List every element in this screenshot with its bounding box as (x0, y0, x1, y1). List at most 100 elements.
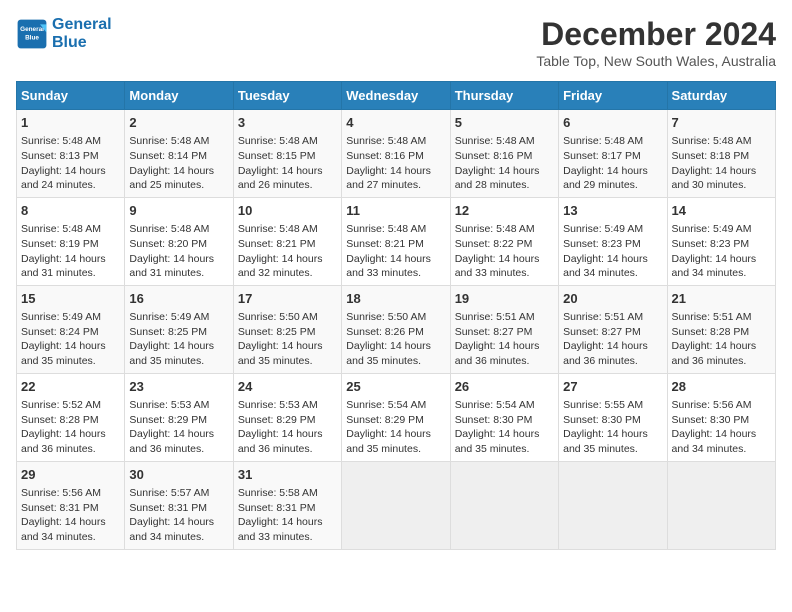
day-info: Sunrise: 5:56 AMSunset: 8:30 PMDaylight:… (672, 398, 771, 457)
day-number: 15 (21, 290, 120, 308)
day-cell: 30 Sunrise: 5:57 AMSunset: 8:31 PMDayligh… (125, 461, 233, 549)
day-info: Sunrise: 5:48 AMSunset: 8:16 PMDaylight:… (346, 134, 445, 193)
day-cell: 31Sunrise: 5:58 AMSunset: 8:31 PMDayligh… (233, 461, 341, 549)
day-number: 25 (346, 378, 445, 396)
day-cell: 4Sunrise: 5:48 AMSunset: 8:16 PMDaylight… (342, 110, 450, 198)
day-info: Sunrise: 5:58 AMSunset: 8:31 PMDaylight:… (238, 486, 337, 545)
day-info: Sunrise: 5:48 AMSunset: 8:17 PMDaylight:… (563, 134, 662, 193)
day-number: 12 (455, 202, 554, 220)
calendar-header-row: SundayMondayTuesdayWednesdayThursdayFrid… (17, 82, 776, 110)
day-cell (450, 461, 558, 549)
day-info: Sunrise: 5:57 AMSunset: 8:31 PMDaylight:… (129, 486, 228, 545)
day-cell: 14 Sunrise: 5:49 AMSunset: 8:23 PMDayligh… (667, 197, 775, 285)
day-cell: 17 Sunrise: 5:50 AMSunset: 8:25 PMDayligh… (233, 285, 341, 373)
day-cell: 2Sunrise: 5:48 AMSunset: 8:14 PMDaylight… (125, 110, 233, 198)
day-header-monday: Monday (125, 82, 233, 110)
svg-text:General: General (20, 25, 44, 32)
day-info: Sunrise: 5:48 AMSunset: 8:22 PMDaylight:… (455, 222, 554, 281)
day-cell: 22 Sunrise: 5:52 AMSunset: 8:28 PMDayligh… (17, 373, 125, 461)
logo-text: General Blue (52, 16, 112, 51)
day-cell: 1 Sunrise: 5:48 AMSunset: 8:13 PMDaylight… (17, 110, 125, 198)
day-header-tuesday: Tuesday (233, 82, 341, 110)
day-info: Sunrise: 5:48 AMSunset: 8:16 PMDaylight:… (455, 134, 554, 193)
day-cell (667, 461, 775, 549)
day-number: 11 (346, 202, 445, 220)
day-number: 16 (129, 290, 228, 308)
day-number: 14 (672, 202, 771, 220)
day-info: Sunrise: 5:52 AMSunset: 8:28 PMDaylight:… (21, 398, 120, 457)
logo-icon: General Blue (16, 18, 48, 50)
week-row-1: 1 Sunrise: 5:48 AMSunset: 8:13 PMDaylight… (17, 110, 776, 198)
day-number: 13 (563, 202, 662, 220)
week-row-5: 29 Sunrise: 5:56 AMSunset: 8:31 PMDayligh… (17, 461, 776, 549)
day-number: 7 (672, 114, 771, 132)
header: General Blue General Blue December 2024 … (16, 16, 776, 69)
day-number: 8 (21, 202, 120, 220)
day-number: 18 (346, 290, 445, 308)
day-info: Sunrise: 5:51 AMSunset: 8:27 PMDaylight:… (563, 310, 662, 369)
day-number: 17 (238, 290, 337, 308)
day-info: Sunrise: 5:50 AMSunset: 8:25 PMDaylight:… (238, 310, 337, 369)
day-info: Sunrise: 5:54 AMSunset: 8:29 PMDaylight:… (346, 398, 445, 457)
svg-text:Blue: Blue (25, 34, 39, 41)
day-number: 21 (672, 290, 771, 308)
day-info: Sunrise: 5:54 AMSunset: 8:30 PMDaylight:… (455, 398, 554, 457)
title-area: December 2024 Table Top, New South Wales… (536, 16, 776, 69)
calendar-table: SundayMondayTuesdayWednesdayThursdayFrid… (16, 81, 776, 550)
day-header-thursday: Thursday (450, 82, 558, 110)
day-number: 1 (21, 114, 120, 132)
day-number: 10 (238, 202, 337, 220)
day-cell: 25 Sunrise: 5:54 AMSunset: 8:29 PMDayligh… (342, 373, 450, 461)
day-cell: 27Sunrise: 5:55 AMSunset: 8:30 PMDayligh… (559, 373, 667, 461)
day-number: 28 (672, 378, 771, 396)
day-info: Sunrise: 5:56 AMSunset: 8:31 PMDaylight:… (21, 486, 120, 545)
day-cell: 24Sunrise: 5:53 AMSunset: 8:29 PMDayligh… (233, 373, 341, 461)
day-cell: 9 Sunrise: 5:48 AMSunset: 8:20 PMDaylight… (125, 197, 233, 285)
day-cell: 13 Sunrise: 5:49 AMSunset: 8:23 PMDayligh… (559, 197, 667, 285)
day-cell: 23 Sunrise: 5:53 AMSunset: 8:29 PMDayligh… (125, 373, 233, 461)
day-cell: 8 Sunrise: 5:48 AMSunset: 8:19 PMDaylight… (17, 197, 125, 285)
day-info: Sunrise: 5:49 AMSunset: 8:25 PMDaylight:… (129, 310, 228, 369)
day-number: 23 (129, 378, 228, 396)
week-row-2: 8 Sunrise: 5:48 AMSunset: 8:19 PMDaylight… (17, 197, 776, 285)
day-number: 29 (21, 466, 120, 484)
day-number: 26 (455, 378, 554, 396)
day-cell: 19Sunrise: 5:51 AMSunset: 8:27 PMDayligh… (450, 285, 558, 373)
week-row-3: 15Sunrise: 5:49 AMSunset: 8:24 PMDayligh… (17, 285, 776, 373)
day-info: Sunrise: 5:48 AMSunset: 8:15 PMDaylight:… (238, 134, 337, 193)
day-cell: 10 Sunrise: 5:48 AMSunset: 8:21 PMDayligh… (233, 197, 341, 285)
day-info: Sunrise: 5:53 AMSunset: 8:29 PMDaylight:… (129, 398, 228, 457)
month-title: December 2024 (536, 16, 776, 53)
day-info: Sunrise: 5:48 AMSunset: 8:19 PMDaylight:… (21, 222, 120, 281)
day-info: Sunrise: 5:48 AMSunset: 8:21 PMDaylight:… (346, 222, 445, 281)
logo: General Blue General Blue (16, 16, 112, 51)
day-number: 3 (238, 114, 337, 132)
day-info: Sunrise: 5:55 AMSunset: 8:30 PMDaylight:… (563, 398, 662, 457)
day-cell: 15Sunrise: 5:49 AMSunset: 8:24 PMDayligh… (17, 285, 125, 373)
day-number: 9 (129, 202, 228, 220)
day-cell: 29 Sunrise: 5:56 AMSunset: 8:31 PMDayligh… (17, 461, 125, 549)
calendar-body: 1 Sunrise: 5:48 AMSunset: 8:13 PMDaylight… (17, 110, 776, 550)
day-info: Sunrise: 5:48 AMSunset: 8:14 PMDaylight:… (129, 134, 228, 193)
day-info: Sunrise: 5:48 AMSunset: 8:21 PMDaylight:… (238, 222, 337, 281)
day-cell (342, 461, 450, 549)
day-cell: 21 Sunrise: 5:51 AMSunset: 8:28 PMDayligh… (667, 285, 775, 373)
day-cell: 11 Sunrise: 5:48 AMSunset: 8:21 PMDayligh… (342, 197, 450, 285)
day-number: 30 (129, 466, 228, 484)
day-number: 5 (455, 114, 554, 132)
day-cell: 5 Sunrise: 5:48 AMSunset: 8:16 PMDaylight… (450, 110, 558, 198)
day-header-sunday: Sunday (17, 82, 125, 110)
day-number: 24 (238, 378, 337, 396)
day-info: Sunrise: 5:49 AMSunset: 8:23 PMDaylight:… (563, 222, 662, 281)
day-cell: 26 Sunrise: 5:54 AMSunset: 8:30 PMDayligh… (450, 373, 558, 461)
day-number: 22 (21, 378, 120, 396)
day-info: Sunrise: 5:50 AMSunset: 8:26 PMDaylight:… (346, 310, 445, 369)
day-cell: 20Sunrise: 5:51 AMSunset: 8:27 PMDayligh… (559, 285, 667, 373)
day-info: Sunrise: 5:48 AMSunset: 8:20 PMDaylight:… (129, 222, 228, 281)
day-header-friday: Friday (559, 82, 667, 110)
day-info: Sunrise: 5:51 AMSunset: 8:28 PMDaylight:… (672, 310, 771, 369)
day-cell (559, 461, 667, 549)
day-info: Sunrise: 5:49 AMSunset: 8:23 PMDaylight:… (672, 222, 771, 281)
day-info: Sunrise: 5:51 AMSunset: 8:27 PMDaylight:… (455, 310, 554, 369)
day-info: Sunrise: 5:48 AMSunset: 8:13 PMDaylight:… (21, 134, 120, 193)
